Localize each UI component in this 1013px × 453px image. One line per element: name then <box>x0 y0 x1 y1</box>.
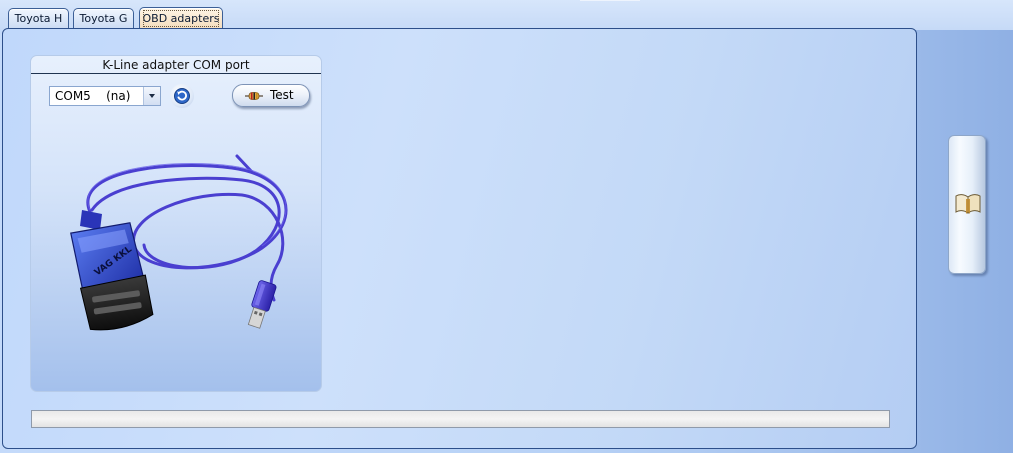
group-title-divider <box>31 73 321 74</box>
refresh-icon <box>174 88 190 104</box>
tab-label: Toyota H <box>14 12 63 25</box>
tab-label: OBD adapters <box>142 12 220 25</box>
dropdown-arrow-button[interactable] <box>143 87 160 105</box>
chevron-down-icon <box>149 94 155 98</box>
vag-kkl-cable-image: VAG KKL <box>70 154 288 331</box>
tab-toyota-g[interactable]: Toyota G <box>73 8 134 28</box>
tab-obd-adapters[interactable]: OBD adapters <box>139 7 223 29</box>
resistor-icon <box>245 92 263 100</box>
progress-bar <box>31 410 890 428</box>
group-title: K-Line adapter COM port <box>102 58 250 72</box>
test-button-label: Test <box>270 88 294 102</box>
com-port-select[interactable]: COM5 (na) <box>49 86 161 106</box>
test-button[interactable]: Test <box>232 84 310 107</box>
window-edge-highlight <box>580 0 640 1</box>
tab-label: Toyota G <box>79 12 128 25</box>
refresh-ports-button[interactable] <box>170 84 194 108</box>
book-icon <box>955 194 981 214</box>
manual-side-button[interactable] <box>948 135 986 274</box>
tab-toyota-h[interactable]: Toyota H <box>8 8 69 28</box>
com-port-value: COM5 (na) <box>55 89 131 103</box>
